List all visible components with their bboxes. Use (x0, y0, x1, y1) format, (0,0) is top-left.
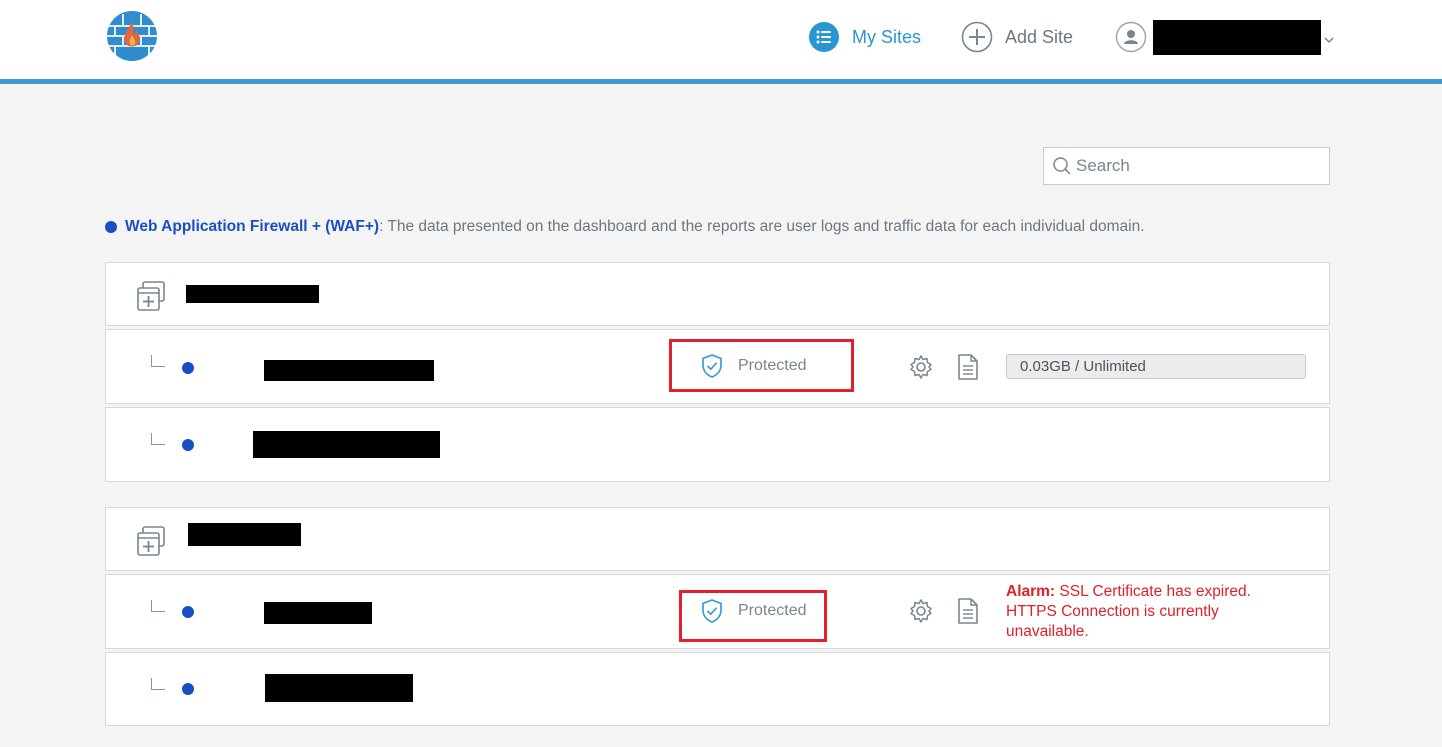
nav-add-site[interactable]: Add Site (961, 20, 1073, 54)
site-row-4[interactable] (105, 652, 1330, 726)
group-name-redacted (188, 523, 301, 546)
notice-title: Web Application Firewall + (WAF+) (125, 218, 380, 235)
report-document-icon[interactable] (955, 597, 981, 625)
user-icon (1115, 21, 1147, 53)
header-accent-bar (0, 79, 1442, 84)
status-protected[interactable]: Protected (700, 598, 806, 624)
nav-my-sites[interactable]: My Sites (808, 20, 921, 54)
site-group-2[interactable] (105, 507, 1330, 571)
search-input[interactable] (1076, 156, 1316, 176)
site-name-redacted (265, 674, 413, 702)
shield-check-icon (700, 598, 724, 624)
site-group-1[interactable] (105, 262, 1330, 326)
report-document-icon[interactable] (955, 353, 981, 381)
username-redacted (1153, 19, 1321, 55)
status-protected[interactable]: Protected (700, 353, 806, 379)
chevron-down-icon[interactable] (1323, 33, 1335, 45)
nav-add-site-label: Add Site (1005, 26, 1074, 47)
site-name-redacted (264, 360, 434, 381)
plus-circle-icon (961, 21, 993, 53)
top-header: My Sites Add Site (0, 0, 1442, 79)
site-group-icon (136, 525, 166, 557)
traffic-usage-bar: 0.03GB / Unlimited (1006, 354, 1306, 379)
notice-dot-icon (105, 221, 117, 233)
site-dot-icon (182, 683, 194, 695)
tree-branch-icon (151, 678, 165, 690)
search-box[interactable] (1043, 147, 1330, 185)
nav-my-sites-label: My Sites (852, 26, 922, 47)
tree-branch-icon (151, 433, 165, 445)
gear-icon[interactable] (908, 353, 934, 381)
alarm-label: Alarm: (1006, 583, 1056, 600)
waf-notice: Web Application Firewall + (WAF+) : The … (105, 218, 1145, 236)
status-label: Protected (738, 602, 807, 619)
tree-branch-icon (151, 600, 165, 612)
search-icon (1052, 156, 1072, 176)
tree-branch-icon (151, 355, 165, 367)
site-dot-icon (182, 606, 194, 618)
notice-text: : The data presented on the dashboard an… (379, 218, 1145, 235)
status-label: Protected (738, 357, 807, 374)
group-name-redacted (186, 285, 319, 303)
gear-icon[interactable] (908, 597, 934, 625)
site-group-icon (136, 280, 166, 312)
site-row-2[interactable] (105, 407, 1330, 482)
site-name-redacted (253, 431, 440, 458)
list-icon (808, 21, 840, 53)
site-row-1[interactable]: Protected 0.03GB / Unlimited (105, 329, 1330, 404)
site-dot-icon (182, 439, 194, 451)
ssl-alarm-message: Alarm: SSL Certificate has expired. HTTP… (1006, 582, 1276, 642)
user-menu[interactable] (1115, 19, 1335, 55)
site-row-3[interactable]: Protected Alarm: SSL Certificate has exp… (105, 574, 1330, 649)
firewall-logo[interactable] (105, 11, 159, 61)
site-dot-icon (182, 362, 194, 374)
site-name-redacted (264, 602, 372, 624)
shield-check-icon (700, 353, 724, 379)
